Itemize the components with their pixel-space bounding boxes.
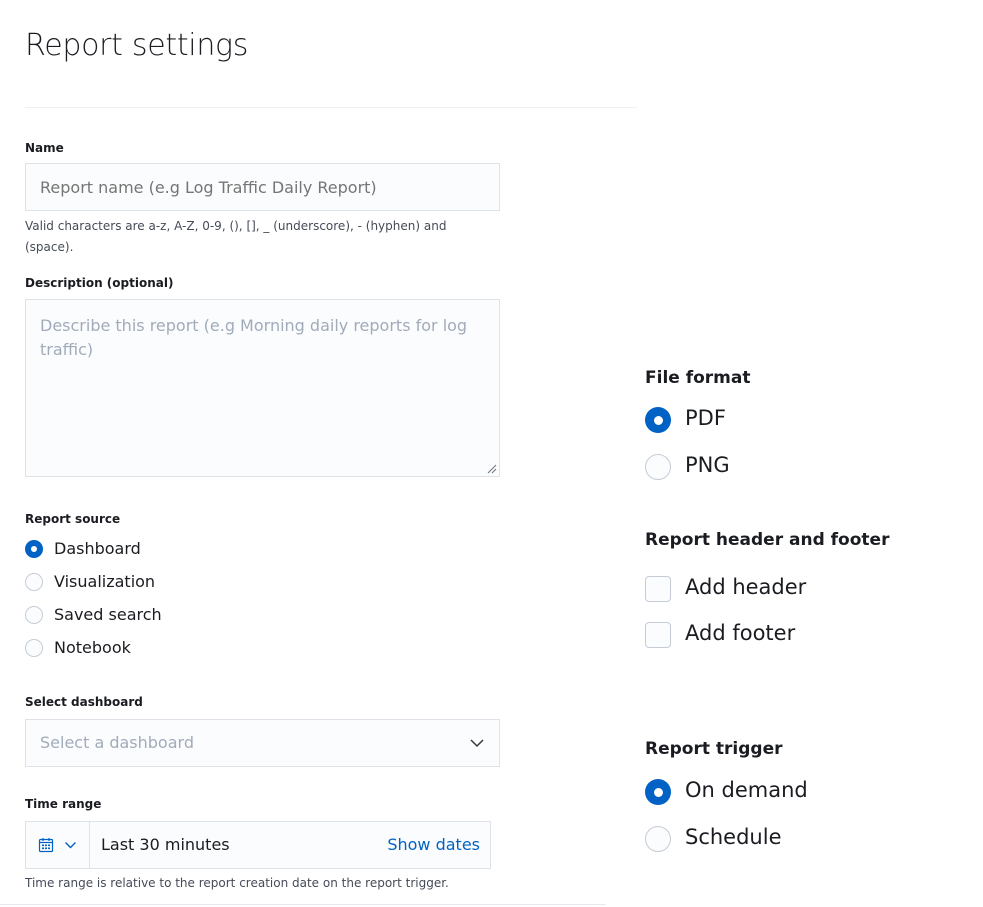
select-dashboard-placeholder: Select a dashboard: [40, 733, 194, 752]
description-textarea[interactable]: Describe this report (e.g Morning daily …: [25, 299, 500, 477]
resize-handle-icon[interactable]: [485, 462, 497, 474]
description-placeholder: Describe this report (e.g Morning daily …: [40, 316, 468, 359]
report-source-label: Report source: [25, 512, 121, 526]
radio-visualization[interactable]: [25, 573, 43, 591]
radio-saved-search-label[interactable]: Saved search: [54, 605, 162, 624]
radio-on-demand[interactable]: [645, 779, 671, 805]
quick-select-button[interactable]: [26, 822, 90, 868]
radio-schedule-label[interactable]: Schedule: [685, 825, 782, 849]
show-dates-link[interactable]: Show dates: [387, 822, 480, 868]
radio-dashboard[interactable]: [25, 540, 43, 558]
radio-on-demand-label[interactable]: On demand: [685, 778, 808, 802]
radio-dashboard-label[interactable]: Dashboard: [54, 539, 141, 558]
name-help-text: Valid characters are a-z, A-Z, 0-9, (), …: [25, 216, 446, 258]
quick-select-chevron-icon: [65, 842, 76, 849]
time-range-label: Time range: [25, 797, 102, 811]
header-divider: [25, 107, 637, 108]
checkbox-add-footer[interactable]: [645, 622, 671, 648]
header-footer-title: Report header and footer: [645, 530, 890, 550]
radio-saved-search[interactable]: [25, 606, 43, 624]
name-label: Name: [25, 141, 64, 155]
checkbox-add-header[interactable]: [645, 576, 671, 602]
description-label: Description (optional): [25, 276, 174, 290]
name-help-line-2: (space).: [25, 240, 74, 254]
name-help-line-1: Valid characters are a-z, A-Z, 0-9, (), …: [25, 219, 447, 233]
file-format-title: File format: [645, 368, 751, 388]
radio-pdf-label[interactable]: PDF: [685, 406, 726, 430]
radio-visualization-label[interactable]: Visualization: [54, 572, 155, 591]
page-title: Report settings: [25, 28, 249, 63]
radio-pdf[interactable]: [645, 407, 671, 433]
time-range-picker: Last 30 minutes Show dates: [25, 821, 491, 869]
calendar-icon: [38, 838, 54, 853]
report-trigger-title: Report trigger: [645, 739, 783, 759]
time-range-help-text: Time range is relative to the report cre…: [25, 876, 449, 890]
checkbox-add-header-label[interactable]: Add header: [685, 575, 806, 599]
radio-png[interactable]: [645, 454, 671, 480]
bottom-divider: [0, 904, 606, 905]
radio-schedule[interactable]: [645, 826, 671, 852]
report-name-input[interactable]: [25, 163, 500, 211]
radio-notebook[interactable]: [25, 639, 43, 657]
checkbox-add-footer-label[interactable]: Add footer: [685, 621, 795, 645]
select-dashboard-label: Select dashboard: [25, 695, 143, 709]
radio-png-label[interactable]: PNG: [685, 453, 730, 477]
time-range-value[interactable]: Last 30 minutes: [101, 822, 230, 868]
chevron-down-icon: [470, 739, 484, 748]
select-dashboard-dropdown[interactable]: Select a dashboard: [25, 719, 500, 767]
radio-notebook-label[interactable]: Notebook: [54, 638, 131, 657]
